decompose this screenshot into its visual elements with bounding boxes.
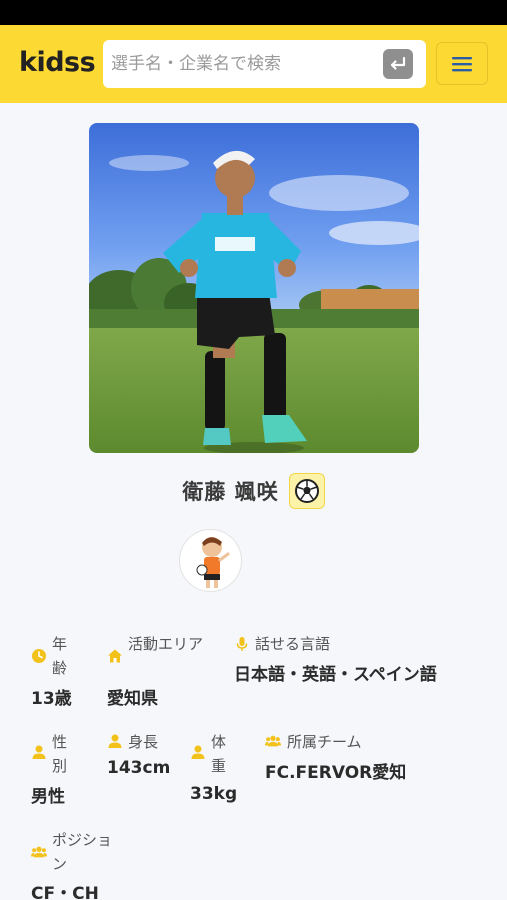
person-icon bbox=[191, 745, 205, 759]
player-name: 衛藤 颯咲 bbox=[182, 480, 279, 504]
player-avatar bbox=[179, 529, 242, 592]
app-header: kidss bbox=[0, 25, 507, 103]
weight-value: 33kg bbox=[190, 784, 238, 804]
position-value: CF・CH bbox=[31, 884, 99, 900]
team-label: 所属チーム bbox=[287, 733, 362, 751]
person-icon bbox=[108, 734, 122, 748]
position-label: ポジション bbox=[52, 831, 113, 873]
area-value: 愛知県 bbox=[107, 689, 158, 709]
age-value: 13歳 bbox=[31, 689, 72, 709]
search-submit-button[interactable] bbox=[383, 49, 413, 79]
group-icon bbox=[31, 846, 47, 858]
gender-label: 性別 bbox=[52, 733, 68, 775]
search-input[interactable] bbox=[111, 40, 379, 88]
language-label: 話せる言語 bbox=[255, 635, 331, 653]
menu-button[interactable] bbox=[436, 42, 488, 85]
area-label: 活動エリア bbox=[128, 635, 204, 653]
hamburger-icon bbox=[452, 56, 472, 71]
language-value: 日本語・英語・スペイン語 bbox=[234, 665, 437, 685]
home-icon bbox=[108, 649, 122, 663]
enter-icon bbox=[390, 56, 406, 70]
team-value: FC.FERVOR愛知 bbox=[265, 763, 407, 783]
group-icon bbox=[265, 735, 281, 747]
soccer-ball-icon bbox=[294, 479, 319, 503]
player-name-row: 衛藤 颯咲 bbox=[0, 472, 507, 510]
person-icon bbox=[32, 745, 46, 759]
search-bar bbox=[103, 40, 426, 88]
status-bar bbox=[0, 0, 507, 25]
age-label: 年齢 bbox=[52, 635, 68, 677]
player-photo bbox=[89, 123, 419, 453]
sport-badge bbox=[288, 473, 325, 509]
microphone-icon bbox=[236, 637, 248, 651]
height-value: 143cm bbox=[107, 758, 171, 778]
weight-label: 体重 bbox=[211, 733, 227, 775]
clock-icon bbox=[32, 649, 46, 663]
height-label: 身長 bbox=[128, 733, 159, 751]
kidss-logo[interactable]: kidss bbox=[19, 47, 96, 78]
gender-value: 男性 bbox=[31, 787, 65, 807]
